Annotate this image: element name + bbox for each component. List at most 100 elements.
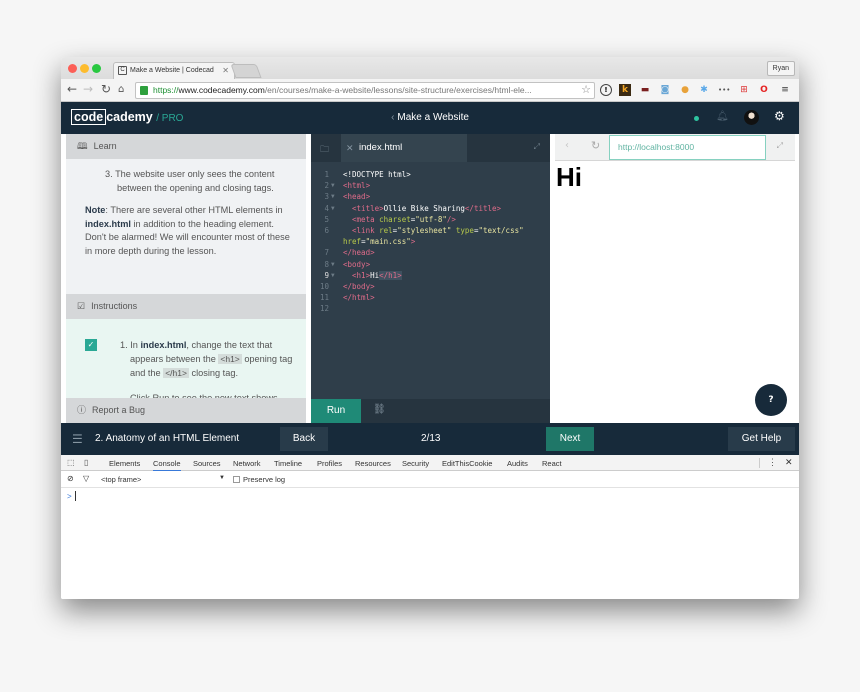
filter-icon[interactable]: ▽ <box>83 474 89 483</box>
devtools-tab-profiles[interactable]: Profiles <box>317 459 342 468</box>
code-line: href="main.css"> <box>311 236 550 247</box>
question-circle-icon: ⓘ <box>77 405 87 415</box>
task-checkbox[interactable]: ✓ <box>85 339 97 351</box>
back-button[interactable]: Back <box>280 427 328 451</box>
devtools-tab-resources[interactable]: Resources <box>355 459 391 468</box>
adblock-icon[interactable]: ⊞ <box>738 84 750 96</box>
maximize-window-button[interactable] <box>92 64 101 73</box>
code-line: 8 ▼ <body> <box>311 259 550 270</box>
bookmark-star-icon[interactable]: ☆ <box>581 83 591 98</box>
browser-menu-icon[interactable]: ≡ <box>779 84 791 96</box>
report-bug-button[interactable]: ⓘ Report a Bug <box>66 398 306 423</box>
tab-close-icon[interactable]: ✕ <box>222 66 229 75</box>
browser-tab[interactable]: C Make a Website | Codecad ✕ <box>113 62 235 79</box>
devtools-tab-security[interactable]: Security <box>402 459 429 468</box>
home-icon[interactable]: ⌂ <box>118 84 124 95</box>
line-number: 2 <box>324 181 329 191</box>
dropdown-arrow-icon[interactable]: ▼ <box>219 475 225 481</box>
line-number: 6 <box>324 225 329 235</box>
learn-note: Note: There are several other HTML eleme… <box>85 205 290 256</box>
console-input[interactable] <box>75 491 76 501</box>
clear-console-icon[interactable]: ⊘ <box>67 474 74 483</box>
run-button[interactable]: Run <box>311 399 361 423</box>
tab-title: Make a Website | Codecad <box>130 67 214 74</box>
preview-url-input[interactable]: http://localhost:8000 <box>609 135 766 160</box>
context-selector[interactable]: <top frame> <box>101 475 141 484</box>
devtools-tab-console[interactable]: Console <box>153 459 181 471</box>
online-status-dot <box>694 116 699 121</box>
code-line: 10 </body> <box>311 281 550 292</box>
learn-panel: 🕮 Learn 3. The website user only sees the… <box>66 134 306 423</box>
folder-icon[interactable]: 🗀 <box>320 142 329 158</box>
line-number: 8 <box>324 259 329 269</box>
code-area[interactable]: 1 <!DOCTYPE html> 2 ▼ <html> 3 ▼ <head> 4 ▼ <t… <box>311 162 550 314</box>
kebab-menu-icon[interactable]: ⋮ <box>768 457 777 468</box>
minimize-window-button[interactable] <box>80 64 89 73</box>
close-window-button[interactable] <box>68 64 77 73</box>
course-title[interactable]: ‹ Make a Website <box>61 112 799 123</box>
profile-button[interactable]: Ryan <box>766 61 795 76</box>
line-number: 10 <box>319 281 329 291</box>
line-number: 4 <box>324 203 329 213</box>
close-file-icon[interactable]: ✕ <box>346 134 354 162</box>
code-text: </head> <box>343 248 375 258</box>
gear-icon[interactable]: ⚙ <box>774 109 785 123</box>
reload-icon[interactable]: ↻ <box>101 82 111 96</box>
preview-expand-icon[interactable]: ⤢ <box>777 141 783 151</box>
preview-toolbar: ‹ ↻ http://localhost:8000 ⤢ <box>555 134 795 161</box>
device-mode-icon[interactable]: ▯ <box>84 458 88 467</box>
help-chat-button[interactable]: ? <box>755 384 787 416</box>
preview-reload-icon[interactable]: ↻ <box>591 139 600 152</box>
devtools-tab-react[interactable]: React <box>542 459 562 468</box>
devtools-tab-network[interactable]: Network <box>233 459 261 468</box>
checkbox-icon: ☑ <box>77 301 86 311</box>
opera-icon[interactable]: O <box>758 84 770 96</box>
code-line: 2 ▼ <html> <box>311 180 550 191</box>
code-line: 7 </head> <box>311 247 550 258</box>
line-number: 7 <box>324 248 329 258</box>
exercise-progress: 2/13 <box>421 433 441 444</box>
react-icon[interactable]: ✱ <box>698 84 710 96</box>
cookie-icon[interactable]: ● <box>679 84 691 96</box>
preserve-log-label: Preserve log <box>243 475 286 484</box>
incognito-icon[interactable]: ▬ <box>639 84 651 96</box>
preview-back-icon[interactable]: ‹ <box>565 140 569 151</box>
keeper-icon[interactable]: k <box>619 84 631 96</box>
hamburger-menu-icon[interactable]: ☰ <box>72 432 83 446</box>
code-line: 9 ▼ <h1>Hi</h1> <box>311 270 550 281</box>
inspect-element-icon[interactable]: ⬚ <box>67 458 75 467</box>
close-devtools-icon[interactable]: ✕ <box>785 457 793 468</box>
devtools-tab-editthiscookie[interactable]: EditThisCookie <box>442 459 492 468</box>
code-line: 11 </html> <box>311 292 550 303</box>
expand-icon[interactable]: ⤢ <box>534 142 540 152</box>
devtools-tab-audits[interactable]: Audits <box>507 459 528 468</box>
code-text: <meta charset="utf-8"/> <box>352 214 456 224</box>
more-extensions-icon[interactable]: ••• <box>718 84 730 96</box>
get-help-button[interactable]: Get Help <box>728 427 795 451</box>
new-tab-button[interactable] <box>230 64 262 78</box>
file-tab[interactable]: ✕ index.html <box>341 134 467 162</box>
camera-icon[interactable]: ◙ <box>659 84 671 96</box>
share-link-icon[interactable]: ⛓ <box>373 404 386 415</box>
back-arrow-icon[interactable]: ← <box>67 82 77 96</box>
devtools-tab-elements[interactable]: Elements <box>109 459 140 468</box>
next-button[interactable]: Next <box>546 427 594 451</box>
preview-panel: ‹ ↻ http://localhost:8000 ⤢ Hi ? <box>555 134 795 423</box>
tab-strip: C Make a Website | Codecad ✕ Ryan <box>61 57 799 79</box>
devtools-tab-timeline[interactable]: Timeline <box>274 459 302 468</box>
preserve-log-checkbox[interactable] <box>233 476 240 483</box>
lesson-title[interactable]: 2. Anatomy of an HTML Element <box>95 433 239 444</box>
info-icon[interactable]: ! <box>600 84 612 96</box>
user-avatar[interactable] <box>744 110 759 125</box>
bell-icon[interactable]: 🔔︎ <box>716 111 729 122</box>
chevron-left-icon: ‹ <box>391 112 395 123</box>
forward-arrow-icon[interactable]: → <box>83 82 93 96</box>
devtools-tab-sources[interactable]: Sources <box>193 459 221 468</box>
learn-content: 3. The website user only sees the conten… <box>66 159 306 258</box>
editor-footer: Run ⛓ <box>311 399 550 423</box>
address-bar[interactable]: https://www.codecademy.com/en/courses/ma… <box>135 82 595 99</box>
line-number: 1 <box>324 170 329 179</box>
lesson-nav-bar: ☰ 2. Anatomy of an HTML Element Back 2/1… <box>61 423 799 455</box>
code-line: 6 <link rel="stylesheet" type="text/css" <box>311 225 550 236</box>
codecademy-favicon-icon: C <box>118 66 127 75</box>
